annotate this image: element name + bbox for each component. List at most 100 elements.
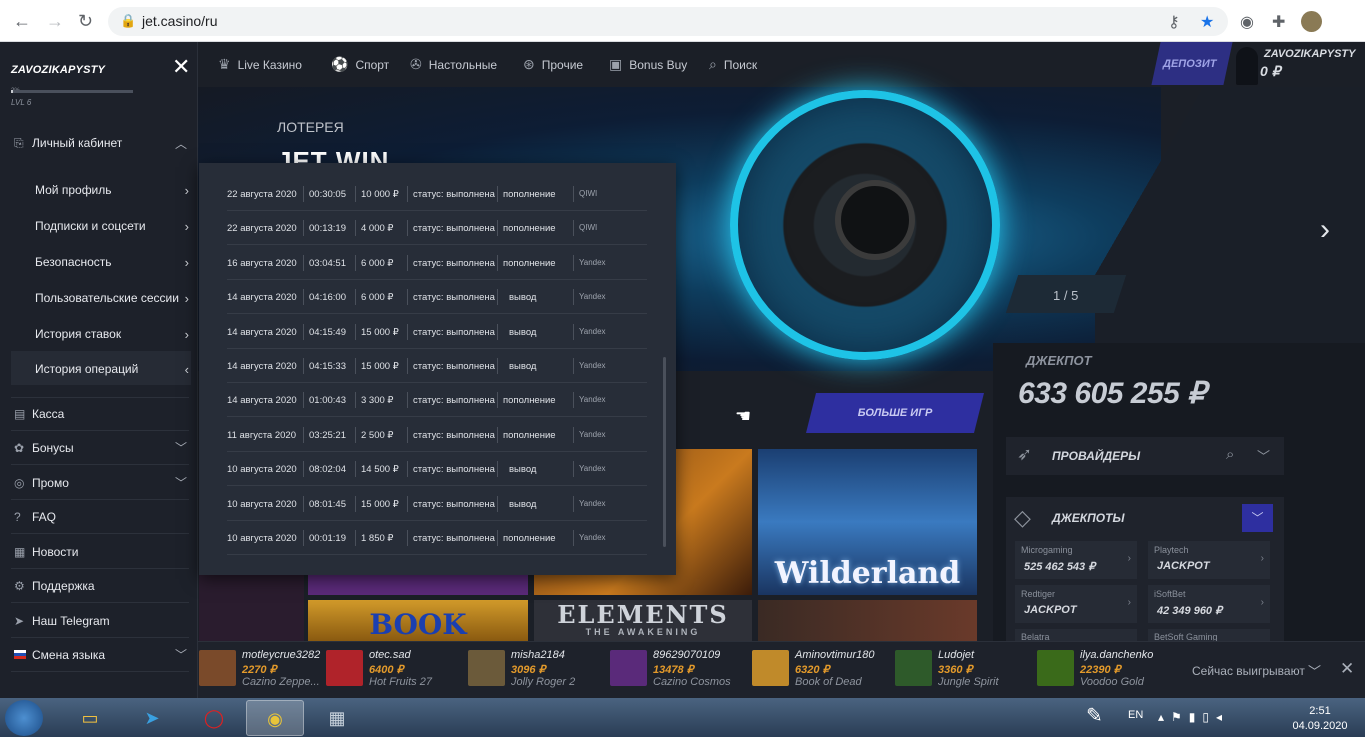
forward-icon[interactable]: → — [46, 11, 64, 32]
game-tile-elements[interactable]: ELEMENTS THE AWAKENING — [534, 600, 752, 641]
nav-label: Настольные — [428, 57, 498, 72]
game-title: BOOK — [369, 608, 467, 641]
sidebar-sub-profile[interactable]: Мой профиль › — [35, 172, 191, 208]
sidebar-item-label: Промо — [32, 475, 69, 490]
bookmark-star-icon[interactable]: ★ — [1200, 12, 1214, 32]
ticker-item[interactable]: ilya.danchenko 22390 ₽ Voodoo Gold — [1037, 641, 1172, 698]
chevron-right-icon: › — [1260, 597, 1264, 608]
chevron-down-icon[interactable]: ﹀ — [1257, 446, 1270, 465]
winner-game: Jungle Spirit — [938, 676, 999, 688]
jackpot-cell[interactable]: iSoftBet 42 349 960 ₽ › — [1148, 585, 1270, 623]
next-slide-icon[interactable]: › — [1320, 213, 1330, 247]
sidebar-sub-sessions[interactable]: Пользовательские сессии › — [35, 280, 191, 316]
sidebar-sub-security[interactable]: Безопасность › — [35, 244, 191, 280]
game-tile[interactable] — [199, 575, 304, 641]
system-tray-icons[interactable]: ▴⚑▮▯◂ — [1158, 710, 1229, 724]
history-time: 03:25:21 — [309, 429, 346, 441]
history-date: 22 августа 2020 — [227, 223, 297, 235]
jackpot-cell[interactable]: Playtech JACKPOT › — [1148, 541, 1270, 579]
ticker-item[interactable]: Aminovtimur180 6320 ₽ Book of Dead — [752, 641, 887, 698]
sidebar-sub-bet-history[interactable]: История ставок › — [35, 316, 191, 352]
ticker-item[interactable]: misha2184 3096 ₽ Jolly Roger 2 — [468, 641, 603, 698]
dice-icon: ⊛ — [523, 56, 535, 72]
history-method: Yandex — [579, 498, 606, 508]
chevron-down-icon[interactable]: ﹀ — [1308, 661, 1321, 680]
nav-label: Live Казино — [237, 57, 302, 72]
scrollbar[interactable] — [663, 357, 666, 547]
nav-other[interactable]: ⊛ Прочие — [523, 56, 583, 73]
sidebar-item-telegram[interactable]: ➤ Наш Telegram — [11, 604, 189, 638]
telegram-taskbar-icon[interactable]: ➤ — [123, 700, 181, 736]
start-button[interactable] — [5, 700, 43, 736]
history-amount: 10 000 ₽ — [361, 189, 399, 200]
ticker-label: Сейчас выигрывают — [1192, 664, 1305, 678]
nav-live-casino[interactable]: ♛ Live Казино — [218, 56, 302, 73]
sidebar-item-support[interactable]: ⚙ Поддержка — [11, 569, 189, 603]
sidebar-item-promo[interactable]: ◎ Промо ﹀ — [11, 466, 189, 500]
puzzle-icon[interactable]: ✚ — [1272, 12, 1285, 32]
game-thumbnail — [752, 650, 789, 686]
lock-icon: 🔒 — [120, 13, 137, 28]
reload-icon[interactable]: ↻ — [78, 11, 93, 32]
jackpot-value: 525 462 543 ₽ — [1024, 561, 1096, 573]
nav-sport[interactable]: ⚽ Спорт — [331, 56, 389, 73]
profile-avatar[interactable] — [1301, 11, 1322, 32]
jackpot-value: 42 349 960 ₽ — [1157, 605, 1223, 617]
sidebar-item-account[interactable]: ⎘ Личный кабинет ︿ — [11, 126, 189, 160]
game-tile-wilderland[interactable]: Wilderland — [758, 449, 977, 595]
sidebar-item-label: Новости — [32, 544, 79, 559]
column-divider — [573, 461, 574, 478]
sidebar-item-faq[interactable]: ? FAQ — [11, 500, 189, 534]
chevron-down-icon[interactable]: ﹀ — [1242, 504, 1273, 532]
jackpot-cell[interactable]: Belatra — [1015, 629, 1137, 641]
sidebar-sub-operations-history[interactable]: История операций ‹ — [35, 351, 191, 387]
nav-table-games[interactable]: ✇ Настольные — [410, 56, 497, 73]
ticker-item[interactable]: 89629070109 13478 ₽ Cazino Cosmos — [610, 641, 745, 698]
sidebar-item-bonuses[interactable]: ✿ Бонусы ﹀ — [11, 431, 189, 465]
ticker-item[interactable]: otec.sad 6400 ₽ Hot Fruits 27 — [326, 641, 461, 698]
extension-icon[interactable]: ◉ — [1240, 12, 1254, 32]
clock-time: 2:51 — [1309, 705, 1331, 717]
history-status: статус: выполнена — [413, 361, 495, 372]
avatar[interactable] — [1236, 47, 1258, 85]
close-icon[interactable]: ✕ — [172, 56, 190, 78]
back-icon[interactable]: ← — [13, 11, 31, 32]
search-icon[interactable]: ⌕ — [1226, 446, 1234, 463]
winner-sum: 6400 ₽ — [369, 664, 404, 676]
sidebar-sub-subscriptions[interactable]: Подписки и соцсети › — [35, 208, 191, 244]
address-bar[interactable]: 🔒 jet.casino/ru — [108, 7, 1228, 36]
ticker-item[interactable]: Ludojet 3360 ₽ Jungle Spirit — [895, 641, 1030, 698]
sidebar-item-cashier[interactable]: ▤ Касса — [11, 397, 189, 431]
sidebar-item-language[interactable]: Смена языка ﹀ — [11, 638, 189, 672]
jackpot-cell[interactable]: Microgaming 525 462 543 ₽ › — [1015, 541, 1137, 579]
chrome-icon[interactable]: ◉ — [246, 700, 304, 736]
sidebar-item-news[interactable]: ▦ Новости — [11, 535, 189, 569]
nav-bonus-buy[interactable]: ▣ Bonus Buy — [609, 56, 687, 73]
chevron-right-icon: › — [184, 218, 189, 234]
game-thumbnail — [326, 650, 363, 686]
history-time: 00:01:19 — [309, 533, 346, 544]
nav-search[interactable]: ⌕ Поиск — [709, 56, 757, 73]
game-tile[interactable] — [308, 575, 528, 595]
game-tile-book[interactable]: BOOK — [308, 600, 528, 641]
jackpot-cell[interactable]: BetSoft Gaming — [1148, 629, 1270, 641]
banner-kicker: ЛОТЕРЕЯ — [277, 119, 344, 135]
close-icon[interactable]: ✕ — [1340, 659, 1354, 679]
pen-input-icon[interactable]: ✎ — [1086, 703, 1103, 728]
jackpot-provider: Redtiger — [1021, 589, 1056, 599]
ticker-item[interactable]: motleycrue3282 2270 ₽ Cazino Zeppe... — [199, 641, 334, 698]
providers-selector[interactable] — [1006, 437, 1284, 475]
telegram-icon: ➤ — [14, 613, 25, 628]
calculator-icon[interactable]: ▦ — [308, 700, 366, 736]
history-method: QIWI — [579, 223, 598, 233]
column-divider — [497, 495, 498, 512]
key-icon[interactable]: ⚷ — [1168, 12, 1180, 32]
clock[interactable]: 2:51 04.09.2020 — [1290, 704, 1350, 734]
jackpot-cell[interactable]: Redtiger JACKPOT › — [1015, 585, 1137, 623]
language-indicator[interactable]: EN — [1128, 709, 1143, 721]
winner-game: Cazino Cosmos — [653, 676, 731, 688]
game-tile[interactable] — [758, 600, 977, 641]
explorer-icon[interactable]: ▭ — [61, 700, 119, 736]
history-date: 16 августа 2020 — [227, 257, 297, 269]
opera-icon[interactable]: ◯ — [185, 700, 243, 736]
